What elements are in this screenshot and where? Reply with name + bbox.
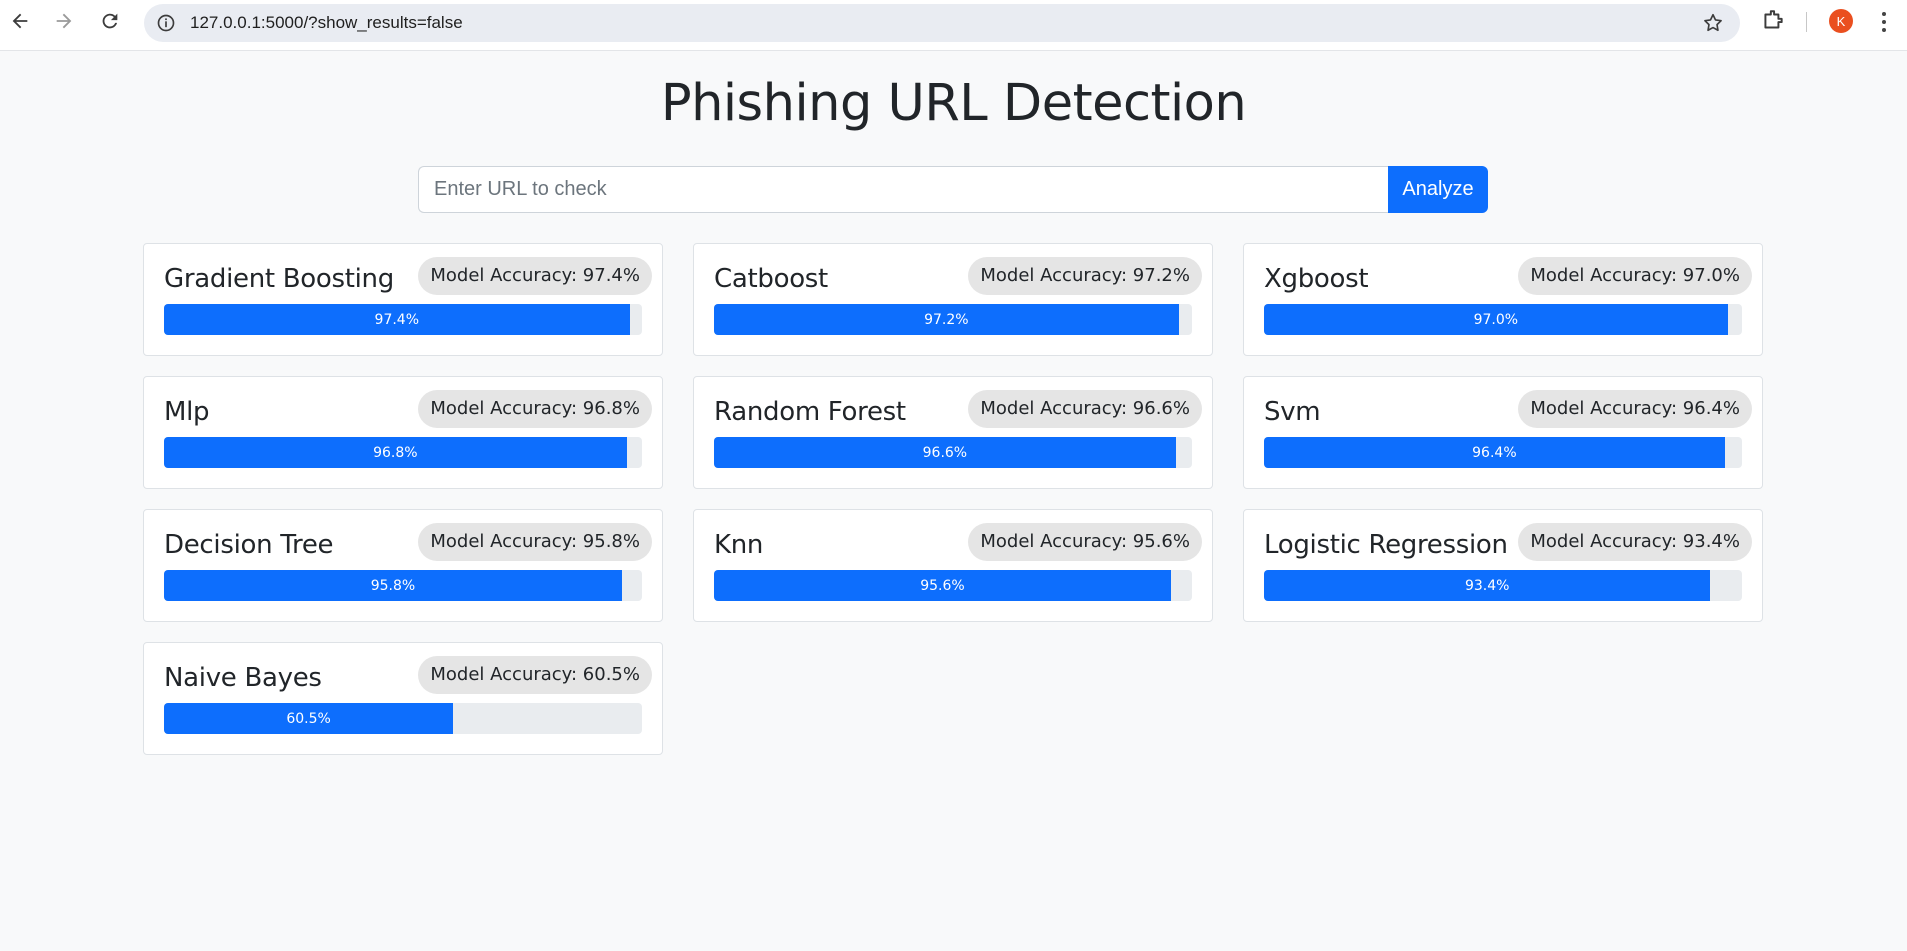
accuracy-progress-fill: 95.6% bbox=[714, 570, 1171, 601]
accuracy-progress-fill: 97.4% bbox=[164, 304, 630, 335]
model-card: Random Forest Model Accuracy: 96.6% 96.6… bbox=[693, 376, 1213, 489]
url-search-form: Analyze bbox=[418, 166, 1488, 213]
accuracy-progress: 93.4% bbox=[1264, 570, 1742, 601]
model-name: Logistic Regression bbox=[1264, 530, 1508, 560]
accuracy-badge: Model Accuracy: 97.0% bbox=[1518, 257, 1752, 295]
model-card: Decision Tree Model Accuracy: 95.8% 95.8… bbox=[143, 509, 663, 622]
accuracy-badge: Model Accuracy: 60.5% bbox=[418, 656, 652, 694]
model-card: Catboost Model Accuracy: 97.2% 97.2% bbox=[693, 243, 1213, 356]
arrow-right-icon bbox=[56, 13, 72, 29]
accuracy-progress: 96.8% bbox=[164, 437, 642, 468]
accuracy-badge: Model Accuracy: 97.2% bbox=[968, 257, 1202, 295]
arrow-left-icon bbox=[12, 13, 28, 29]
accuracy-progress: 97.0% bbox=[1264, 304, 1742, 335]
accuracy-badge: Model Accuracy: 97.4% bbox=[418, 257, 652, 295]
analyze-button[interactable]: Analyze bbox=[1388, 166, 1488, 213]
model-cards-grid: Gradient Boosting Model Accuracy: 97.4% … bbox=[143, 243, 1763, 755]
accuracy-progress-fill: 97.2% bbox=[714, 304, 1179, 335]
model-name: Mlp bbox=[164, 397, 210, 427]
kebab-menu-icon[interactable] bbox=[1876, 10, 1892, 34]
accuracy-badge: Model Accuracy: 96.6% bbox=[968, 390, 1202, 428]
forward-button[interactable] bbox=[44, 1, 84, 41]
bookmark-star-icon[interactable] bbox=[1702, 12, 1724, 34]
model-name: Knn bbox=[714, 530, 764, 560]
model-card: Knn Model Accuracy: 95.6% 95.6% bbox=[693, 509, 1213, 622]
accuracy-progress-fill: 96.6% bbox=[714, 437, 1176, 468]
model-name: Catboost bbox=[714, 264, 828, 294]
model-card: Mlp Model Accuracy: 96.8% 96.8% bbox=[143, 376, 663, 489]
model-name: Naive Bayes bbox=[164, 663, 322, 693]
accuracy-progress: 96.4% bbox=[1264, 437, 1742, 468]
toolbar-divider bbox=[1806, 12, 1807, 32]
model-card: Svm Model Accuracy: 96.4% 96.4% bbox=[1243, 376, 1763, 489]
model-name: Gradient Boosting bbox=[164, 264, 394, 294]
accuracy-progress: 97.4% bbox=[164, 304, 642, 335]
accuracy-progress-fill: 96.4% bbox=[1264, 437, 1725, 468]
accuracy-progress: 95.8% bbox=[164, 570, 642, 601]
address-bar[interactable]: 127.0.0.1:5000/?show_results=false bbox=[144, 4, 1740, 42]
reload-icon bbox=[102, 13, 118, 29]
accuracy-progress-fill: 96.8% bbox=[164, 437, 627, 468]
back-button[interactable] bbox=[0, 1, 40, 41]
model-name: Xgboost bbox=[1264, 264, 1369, 294]
accuracy-badge: Model Accuracy: 96.4% bbox=[1518, 390, 1752, 428]
accuracy-progress-fill: 97.0% bbox=[1264, 304, 1728, 335]
accuracy-badge: Model Accuracy: 93.4% bbox=[1518, 523, 1752, 561]
accuracy-progress: 95.6% bbox=[714, 570, 1192, 601]
url-input[interactable] bbox=[418, 166, 1388, 213]
accuracy-progress-fill: 60.5% bbox=[164, 703, 454, 734]
model-card: Naive Bayes Model Accuracy: 60.5% 60.5% bbox=[143, 642, 663, 755]
extensions-puzzle-icon[interactable] bbox=[1760, 8, 1786, 34]
accuracy-progress: 97.2% bbox=[714, 304, 1192, 335]
browser-toolbar: 127.0.0.1:5000/?show_results=false K bbox=[0, 0, 1907, 51]
model-card: Xgboost Model Accuracy: 97.0% 97.0% bbox=[1243, 243, 1763, 356]
accuracy-badge: Model Accuracy: 95.6% bbox=[968, 523, 1202, 561]
accuracy-badge: Model Accuracy: 96.8% bbox=[418, 390, 652, 428]
accuracy-progress: 96.6% bbox=[714, 437, 1192, 468]
accuracy-progress-fill: 95.8% bbox=[164, 570, 622, 601]
model-name: Random Forest bbox=[714, 397, 906, 427]
accuracy-badge: Model Accuracy: 95.8% bbox=[418, 523, 652, 561]
model-name: Decision Tree bbox=[164, 530, 334, 560]
url-text[interactable]: 127.0.0.1:5000/?show_results=false bbox=[190, 13, 463, 33]
accuracy-progress: 60.5% bbox=[164, 703, 642, 734]
model-card: Logistic Regression Model Accuracy: 93.4… bbox=[1243, 509, 1763, 622]
site-info-icon[interactable] bbox=[154, 11, 178, 35]
profile-avatar[interactable]: K bbox=[1829, 9, 1853, 33]
reload-button[interactable] bbox=[90, 1, 130, 41]
model-name: Svm bbox=[1264, 397, 1321, 427]
page-title: Phishing URL Detection bbox=[660, 74, 1247, 133]
model-card: Gradient Boosting Model Accuracy: 97.4% … bbox=[143, 243, 663, 356]
accuracy-progress-fill: 93.4% bbox=[1264, 570, 1711, 601]
